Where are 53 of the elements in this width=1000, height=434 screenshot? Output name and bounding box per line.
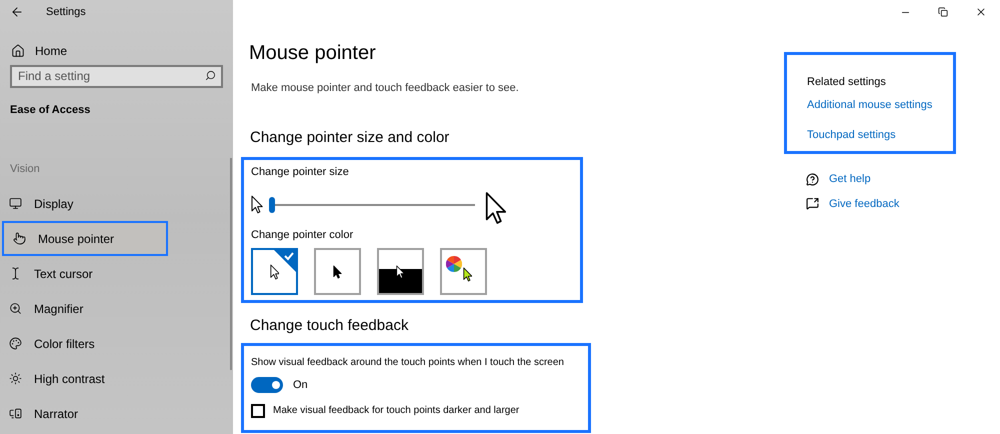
close-icon xyxy=(975,6,987,18)
help-link[interactable]: Get help xyxy=(829,171,871,188)
selected-check-icon xyxy=(274,250,296,272)
help-link[interactable]: Give feedback xyxy=(829,196,900,212)
hand-pointer-icon xyxy=(13,232,26,245)
nav-item[interactable]: Color filters xyxy=(0,326,220,361)
magnifier-icon xyxy=(9,302,22,315)
search-icon xyxy=(205,70,216,81)
slider-thumb[interactable] xyxy=(268,196,275,212)
pointer-color-option[interactable] xyxy=(314,248,361,295)
back-button[interactable] xyxy=(10,5,24,19)
page-title: Mouse pointer xyxy=(249,41,376,66)
checkbox-label: Make visual feedback for touch points darker and larger xyxy=(273,404,520,418)
group-label: Vision xyxy=(9,162,41,176)
palette-icon xyxy=(9,337,22,350)
toggle-label: Show visual feedback around the touch points when I touch the screen xyxy=(251,356,564,370)
checkbox[interactable] xyxy=(251,404,265,418)
restore-icon xyxy=(938,7,948,17)
sun-icon xyxy=(9,372,22,385)
related-link[interactable]: Touchpad settings xyxy=(807,127,896,144)
small-pointer-icon xyxy=(251,195,263,214)
category-heading: Ease of Access xyxy=(9,103,92,118)
section-heading: Change pointer size and color xyxy=(250,128,450,148)
pointer-color-option[interactable] xyxy=(440,248,487,295)
help-bubble-icon xyxy=(806,172,819,186)
size-label: Change pointer size xyxy=(251,165,349,180)
nav-item[interactable]: High contrast xyxy=(0,361,220,396)
pointer-color-option[interactable] xyxy=(377,248,424,295)
pointer-arrow-icon xyxy=(333,264,342,278)
related-link[interactable]: Additional mouse settings xyxy=(807,96,932,113)
pointer-color-option[interactable] xyxy=(251,248,298,295)
pointer-arrow-icon xyxy=(270,264,280,280)
nav-item[interactable]: Magnifier xyxy=(0,291,220,326)
monitor-icon xyxy=(9,197,22,210)
pointer-arrow-icon xyxy=(396,264,405,278)
window-title: Settings xyxy=(46,4,86,20)
nav-item[interactable]: Display xyxy=(0,186,220,221)
pointer-arrow-icon xyxy=(462,267,472,282)
large-pointer-icon xyxy=(484,190,506,224)
size-slider[interactable] xyxy=(268,196,475,214)
page-subtitle: Make mouse pointer and touch feedback easier to see. xyxy=(251,81,519,96)
related-heading: Related settings xyxy=(807,75,886,90)
nav-item[interactable]: Text cursor xyxy=(0,256,220,291)
color-wheel-icon xyxy=(446,256,462,272)
toggle-state: On xyxy=(293,378,308,392)
home-link[interactable]: Home xyxy=(0,41,233,61)
section-heading: Change touch feedback xyxy=(250,316,408,336)
toggle-switch[interactable] xyxy=(251,376,283,393)
search-field[interactable]: Find a setting xyxy=(10,64,223,88)
color-label: Change pointer color xyxy=(251,228,354,242)
nav-item[interactable]: Mouse pointer xyxy=(2,221,168,256)
nav-item[interactable]: Narrator xyxy=(0,396,220,431)
home-icon xyxy=(11,44,25,58)
